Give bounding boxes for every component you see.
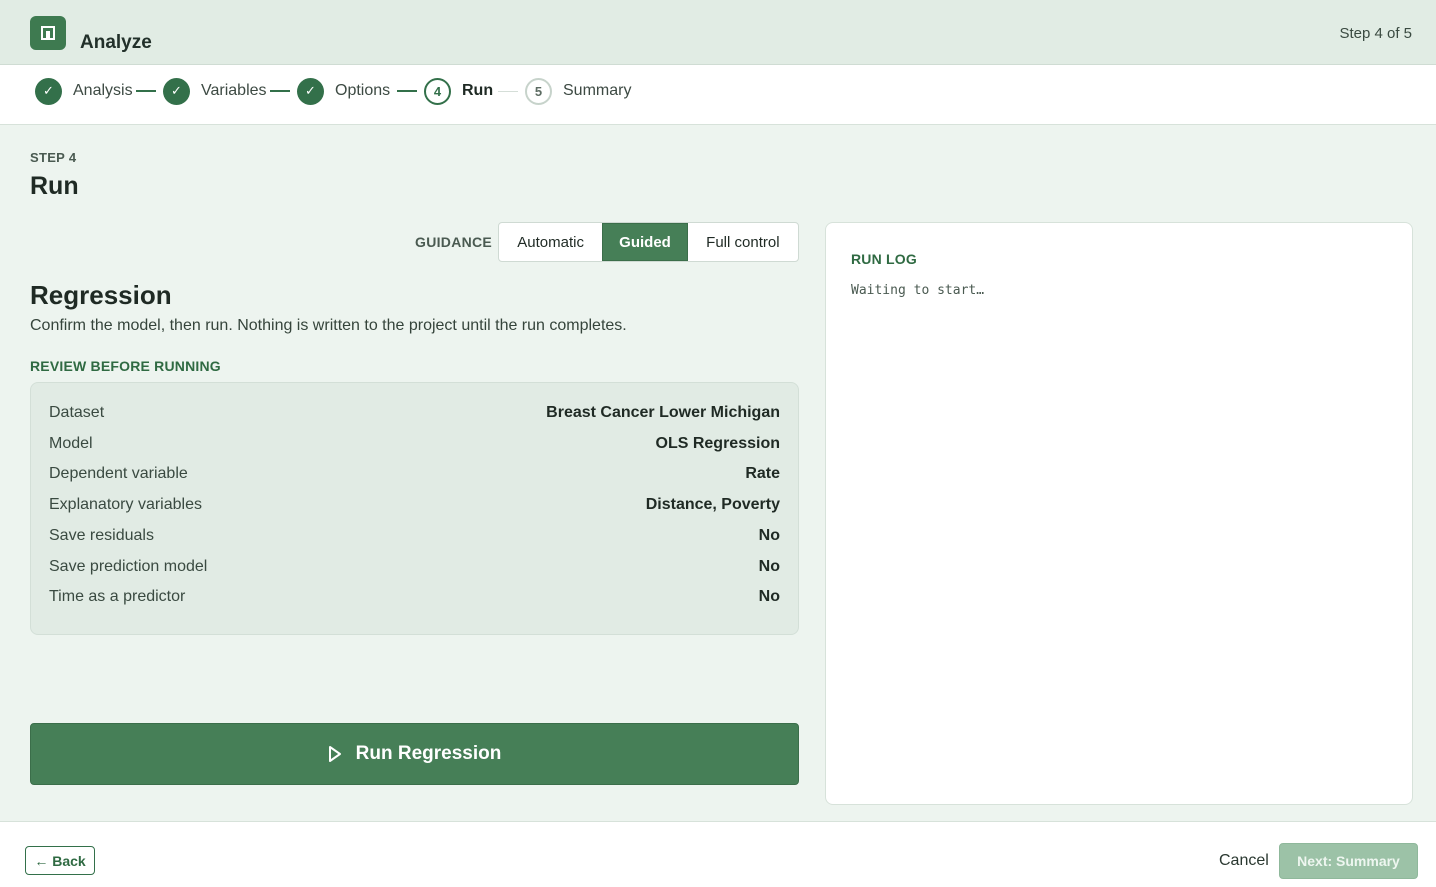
review-row-model: Model OLS Regression (49, 432, 780, 456)
run-button-label: Run Regression (355, 743, 502, 764)
stepper-connector (270, 90, 290, 92)
grid-square-icon (30, 16, 66, 50)
review-key: Save residuals (49, 527, 154, 544)
review-key: Model (49, 435, 93, 452)
review-value: Distance, Poverty (645, 496, 780, 513)
review-key: Dependent variable (49, 465, 188, 482)
guidance-option-guided[interactable]: Guided (602, 223, 688, 261)
review-value: No (758, 527, 780, 544)
check-icon: ✓ (35, 77, 62, 105)
stepper-connector (397, 90, 417, 92)
run-log-text: Waiting to start… (851, 283, 985, 298)
review-card: Dataset Breast Cancer Lower Michigan Mod… (30, 382, 799, 635)
review-row-explanatory-variables: Explanatory variables Distance, Poverty (49, 493, 780, 517)
review-value: No (758, 558, 780, 575)
app-header: Analyze Step 4 of 5 (0, 0, 1436, 65)
play-icon (328, 745, 342, 763)
cancel-button[interactable]: Cancel (1219, 852, 1269, 870)
review-key: Time as a predictor (49, 588, 186, 605)
wizard-footer: ← Back Cancel Next: Summary (0, 821, 1436, 887)
review-row-save-prediction-model: Save prediction model No (49, 555, 780, 579)
step-number: 4 (424, 77, 451, 105)
stepper-label: Analysis (73, 82, 133, 99)
back-button[interactable]: ← Back (25, 846, 95, 875)
check-icon: ✓ (163, 77, 190, 105)
wizard-stepper: ✓ Analysis ✓ Variables ✓ Options 4 Run 5… (0, 65, 1436, 125)
next-summary-button[interactable]: Next: Summary (1279, 843, 1418, 879)
step-eyebrow: STEP 4 (30, 150, 77, 165)
section-description: Confirm the model, then run. Nothing is … (30, 317, 627, 334)
guidance-label: GUIDANCE (415, 234, 493, 250)
stepper-item-variables[interactable]: ✓ Variables (163, 77, 267, 105)
step-number: 5 (525, 77, 552, 105)
review-row-dataset: Dataset Breast Cancer Lower Michigan (49, 401, 780, 425)
review-value: Breast Cancer Lower Michigan (546, 404, 780, 421)
section-title: Regression (30, 280, 172, 310)
review-row-save-residuals: Save residuals No (49, 524, 780, 548)
page-title: Run (30, 172, 79, 200)
guidance-toggle: Automatic Guided Full control (498, 222, 799, 262)
review-key: Save prediction model (49, 558, 208, 575)
step-counter: Step 4 of 5 (1339, 25, 1412, 42)
app-title: Analyze (80, 32, 152, 53)
review-label: REVIEW BEFORE RUNNING (30, 358, 221, 374)
review-value: OLS Regression (655, 435, 780, 452)
review-row-time-as-predictor: Time as a predictor No (49, 585, 780, 609)
stepper-connector (136, 90, 156, 92)
guidance-option-automatic[interactable]: Automatic (499, 223, 602, 261)
stepper-connector (498, 91, 518, 92)
review-row-dependent-variable: Dependent variable Rate (49, 462, 780, 486)
review-value: Rate (745, 465, 780, 482)
stepper-label: Options (335, 82, 391, 99)
stepper-label: Variables (201, 82, 267, 99)
review-key: Explanatory variables (49, 496, 202, 513)
stepper-item-options[interactable]: ✓ Options (297, 77, 390, 105)
guidance-option-full-control[interactable]: Full control (688, 223, 798, 261)
stepper-label: Summary (563, 82, 632, 99)
run-log-title: RUN LOG (851, 251, 917, 267)
review-value: No (758, 588, 780, 605)
stepper-item-run[interactable]: 4 Run (424, 77, 493, 105)
stepper-label: Run (462, 82, 494, 99)
stepper-item-summary[interactable]: 5 Summary (525, 77, 631, 105)
stepper-item-analysis[interactable]: ✓ Analysis (35, 77, 133, 105)
review-key: Dataset (49, 404, 105, 421)
check-icon: ✓ (297, 77, 324, 105)
run-regression-button[interactable]: Run Regression (30, 723, 799, 785)
run-log-panel: RUN LOG Waiting to start… (825, 222, 1413, 805)
